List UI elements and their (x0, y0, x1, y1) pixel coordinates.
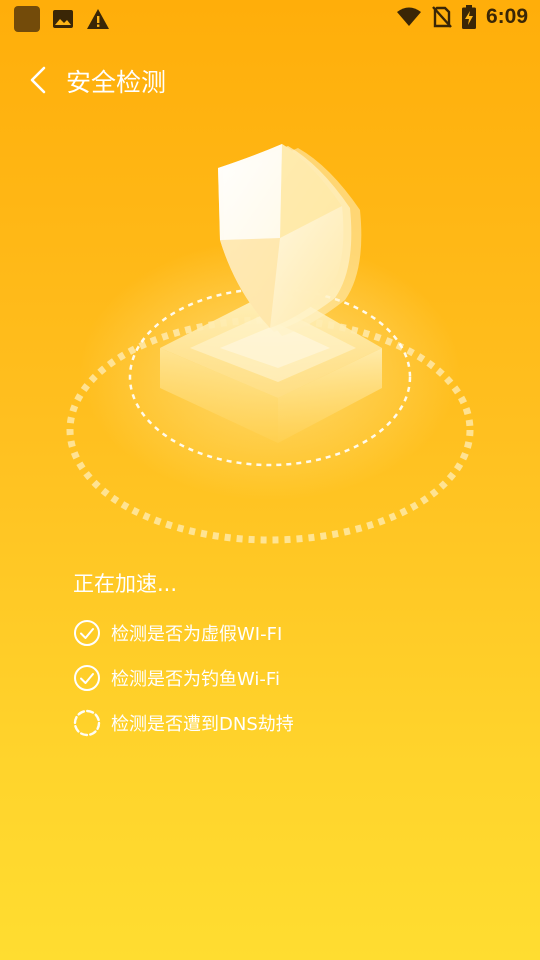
status-title: 正在加速... (73, 572, 178, 596)
check-label: 检测是否为虚假WI-FI (111, 623, 283, 645)
scan-status: 正在加速... 检测是否为虚假WI-FI 检测是否为钓鱼Wi-Fi 检测是否遭到… (73, 568, 493, 745)
no-sim-icon (432, 6, 452, 28)
list-item: 检测是否遭到DNS劫持 (73, 700, 493, 745)
chevron-left-icon (30, 66, 46, 94)
header: 安全检测 (0, 50, 540, 110)
check-circle-icon (74, 664, 100, 691)
list-item: 检测是否为虚假WI-FI (73, 610, 493, 655)
app-icon (14, 6, 40, 32)
warning-icon (87, 9, 109, 29)
hero-illustration (60, 130, 480, 550)
check-label: 检测是否为钓鱼Wi-Fi (111, 668, 280, 690)
spinner-icon (73, 709, 101, 736)
check-label: 检测是否遭到DNS劫持 (111, 713, 294, 735)
image-icon (53, 10, 73, 28)
battery-charging-icon (461, 5, 476, 29)
page-title: 安全检测 (66, 68, 167, 97)
wifi-icon (396, 7, 421, 26)
status-time: 6:09 (485, 5, 528, 28)
check-circle-icon (74, 619, 100, 646)
back-button[interactable] (22, 62, 58, 98)
check-list: 检测是否为虚假WI-FI 检测是否为钓鱼Wi-Fi 检测是否遭到DNS劫持 (73, 610, 493, 745)
hero-graphic (66, 144, 474, 544)
status-bar: 6:09 (0, 0, 540, 36)
list-item: 检测是否为钓鱼Wi-Fi (73, 655, 493, 700)
